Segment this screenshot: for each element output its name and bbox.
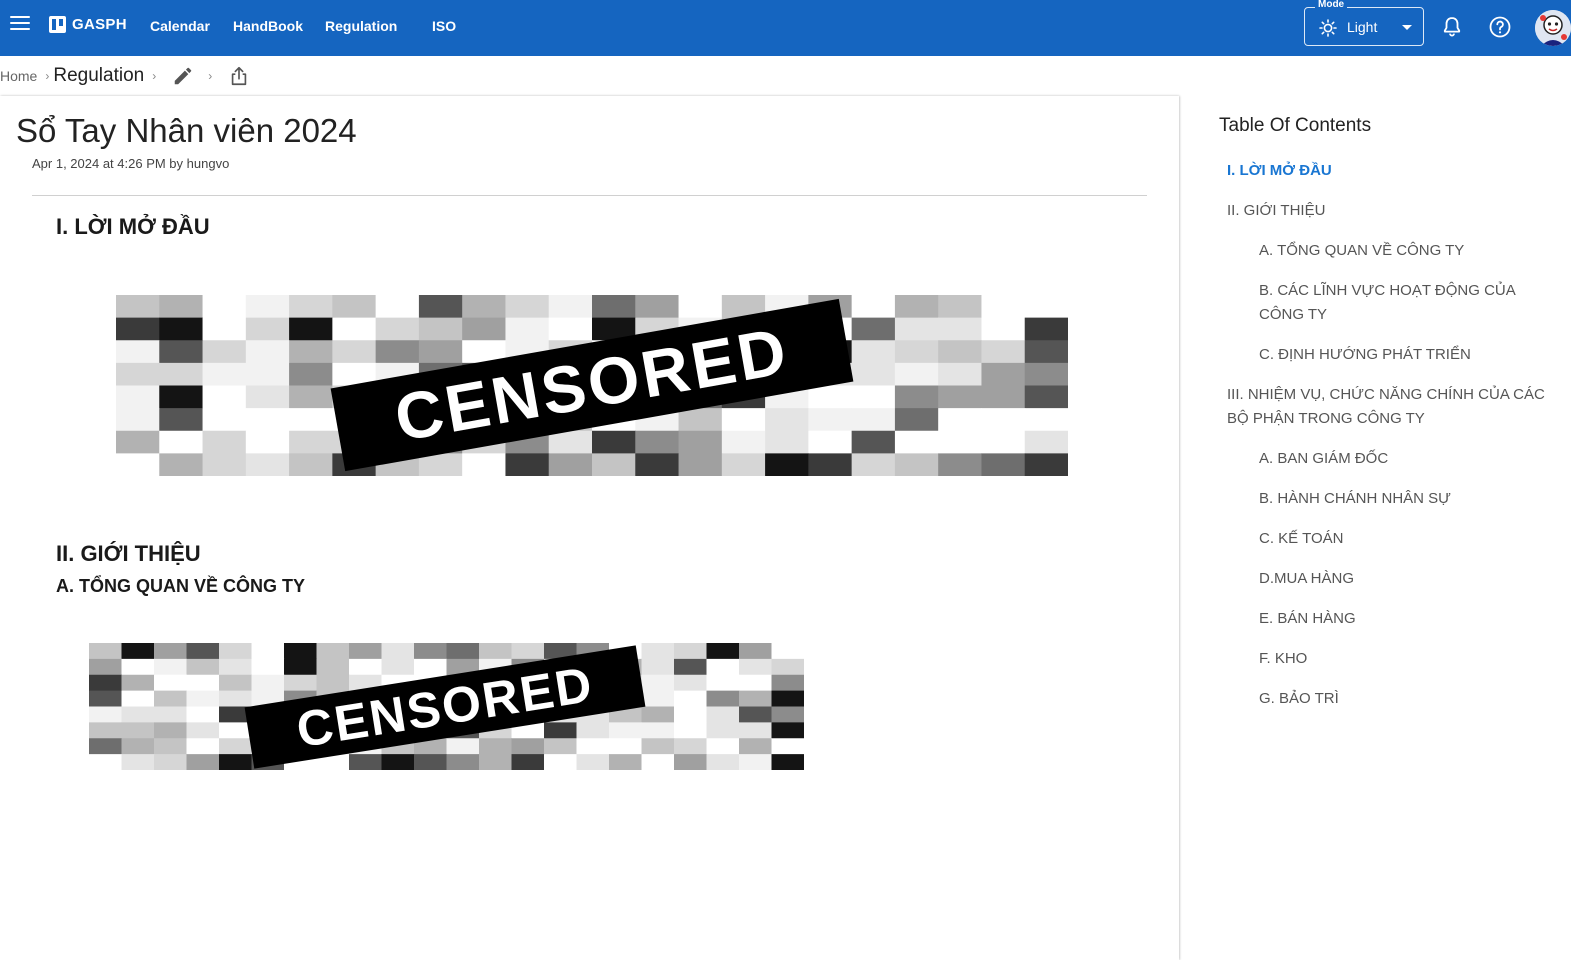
board-icon bbox=[49, 16, 66, 33]
breadcrumb-home[interactable]: Home bbox=[0, 68, 37, 84]
toc-item[interactable]: G. BẢO TRÌ bbox=[1259, 687, 1549, 711]
toc-item[interactable]: III. NHIỆM VỤ, CHỨC NĂNG CHÍNH CỦA CÁC B… bbox=[1227, 383, 1547, 431]
avatar-image bbox=[1535, 10, 1571, 46]
chevron-right-icon: › bbox=[208, 69, 213, 83]
nav-handbook[interactable]: HandBook bbox=[233, 18, 303, 34]
toc-item[interactable]: D.MUA HÀNG bbox=[1259, 567, 1549, 591]
breadcrumb: Home › Regulation › › bbox=[0, 62, 250, 90]
nav-regulation[interactable]: Regulation bbox=[325, 18, 397, 34]
avatar[interactable] bbox=[1535, 10, 1571, 46]
nav-calendar[interactable]: Calendar bbox=[150, 18, 210, 34]
divider bbox=[32, 195, 1147, 196]
bell-icon[interactable] bbox=[1440, 15, 1464, 39]
toc-item[interactable]: C. ĐỊNH HƯỚNG PHÁT TRIỂN bbox=[1259, 343, 1549, 367]
app-bar: GASPH Calendar HandBook Regulation ISO M… bbox=[0, 0, 1571, 56]
toc-item[interactable]: B. HÀNH CHÁNH NHÂN SỰ bbox=[1259, 487, 1549, 511]
sun-icon bbox=[1319, 19, 1337, 37]
menu-icon[interactable] bbox=[10, 16, 30, 32]
censored-image-1: CENSORED bbox=[116, 295, 1068, 476]
breadcrumb-current[interactable]: Regulation bbox=[53, 65, 144, 87]
toc-item[interactable]: A. TỔNG QUAN VỀ CÔNG TY bbox=[1259, 239, 1549, 263]
toc-item[interactable]: I. LỜI MỞ ĐẦU bbox=[1227, 159, 1547, 183]
toc-heading: Table Of Contents bbox=[1219, 115, 1372, 136]
section-heading-intro-2: II. GIỚI THIỆU bbox=[56, 541, 201, 566]
subsection-heading: A. TỔNG QUAN VỀ CÔNG TY bbox=[56, 576, 306, 596]
brand-logo[interactable]: GASPH bbox=[49, 16, 127, 33]
nav-iso[interactable]: ISO bbox=[432, 18, 456, 34]
toc-item[interactable]: C. KẾ TOÁN bbox=[1259, 527, 1549, 551]
chevron-right-icon: › bbox=[152, 69, 157, 83]
toc-item[interactable]: E. BÁN HÀNG bbox=[1259, 607, 1549, 631]
chevron-right-icon: › bbox=[45, 69, 50, 83]
help-icon[interactable] bbox=[1488, 15, 1512, 39]
share-icon[interactable] bbox=[228, 65, 250, 87]
mode-select[interactable]: Mode Light bbox=[1304, 0, 1424, 46]
chevron-down-icon bbox=[1402, 25, 1412, 30]
toc-item[interactable]: A. BAN GIÁM ĐỐC bbox=[1259, 447, 1549, 471]
brand-name: GASPH bbox=[72, 16, 127, 33]
toc-item[interactable]: F. KHO bbox=[1259, 647, 1549, 671]
section-heading-intro: I. LỜI MỞ ĐẦU bbox=[56, 214, 210, 239]
document-meta: Apr 1, 2024 at 4:26 PM by hungvo bbox=[32, 156, 230, 171]
mode-value: Light bbox=[1347, 19, 1378, 35]
edit-icon[interactable] bbox=[172, 65, 194, 87]
page-title: Sổ Tay Nhân viên 2024 bbox=[16, 112, 357, 149]
censored-image-2: CENSORED bbox=[89, 643, 804, 770]
table-of-contents: Table Of Contents I. LỜI MỞ ĐẦU II. GIỚI… bbox=[1219, 115, 1559, 707]
toc-item[interactable]: B. CÁC LĨNH VỰC HOẠT ĐỘNG CỦA CÔNG TY bbox=[1259, 279, 1549, 327]
document-card: Sổ Tay Nhân viên 2024 Apr 1, 2024 at 4:2… bbox=[0, 96, 1179, 960]
mode-label: Mode bbox=[1315, 0, 1348, 10]
toc-item[interactable]: II. GIỚI THIỆU bbox=[1227, 199, 1547, 223]
